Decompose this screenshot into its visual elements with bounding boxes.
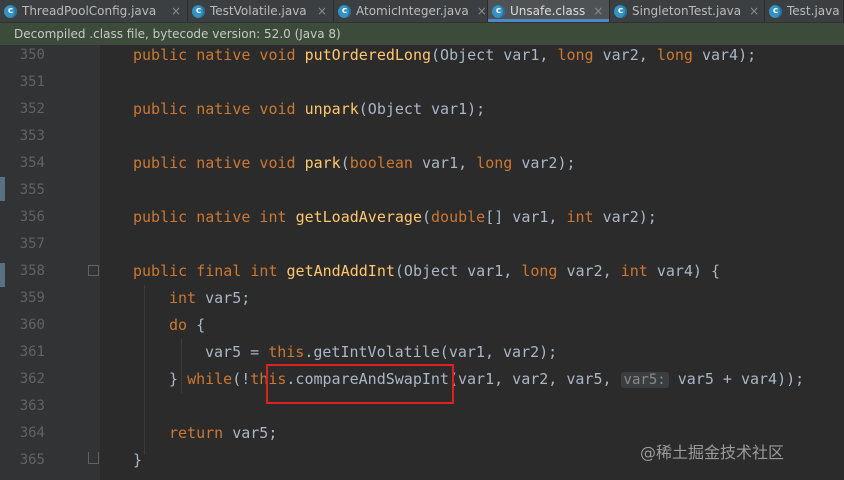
- fold-marker-icon[interactable]: [88, 265, 99, 276]
- line-number: 350: [19, 47, 45, 63]
- code-line-356: public native int getLoadAverage(double[…: [133, 208, 657, 226]
- parameter-hint: var5:: [620, 372, 669, 388]
- java-class-icon: c: [338, 4, 351, 18]
- code-line-350: public native void putOrderedLong(Object…: [133, 46, 757, 64]
- java-class-icon: c: [4, 4, 17, 18]
- tab-label: AtomicInteger.java: [356, 4, 469, 18]
- line-number: 353: [19, 128, 45, 144]
- close-icon[interactable]: ×: [171, 4, 181, 18]
- line-number: 362: [19, 371, 45, 387]
- tab-threadpoolconfig[interactable]: c ThreadPoolConfig.java ×: [0, 0, 188, 22]
- line-number: 361: [19, 344, 45, 360]
- tab-label: TestVolatile.java: [210, 4, 307, 18]
- decompiled-banner: Decompiled .class file, bytecode version…: [0, 23, 844, 45]
- tab-label: ThreadPoolConfig.java: [22, 4, 157, 18]
- code-editor[interactable]: public native void putOrderedLong(Object…: [100, 45, 844, 480]
- close-icon[interactable]: ×: [317, 4, 327, 18]
- tab-label: Unsafe.class: [510, 4, 586, 18]
- tab-unsafe-class[interactable]: c Unsafe.class ×: [488, 0, 610, 22]
- code-line-361: var5 = this.getIntVolatile(var1, var2);: [205, 343, 558, 361]
- code-line-358: public final int getAndAddInt(Object var…: [133, 262, 721, 280]
- line-number: 363: [19, 398, 45, 414]
- highlight-annotation-box: [266, 364, 454, 404]
- tab-label: SingletonTest.java: [632, 4, 742, 18]
- line-number: 358: [19, 263, 45, 279]
- code-line-352: public native void unpark(Object var1);: [133, 100, 486, 118]
- tool-window-marker[interactable]: [0, 263, 5, 287]
- tab-testvolatile[interactable]: c TestVolatile.java ×: [188, 0, 334, 22]
- line-number: 359: [19, 290, 45, 306]
- indent-guide: [144, 285, 145, 455]
- line-number: 357: [19, 236, 45, 252]
- close-icon[interactable]: ×: [477, 4, 487, 18]
- close-icon[interactable]: ×: [749, 4, 759, 18]
- line-number: 352: [19, 101, 45, 117]
- tool-window-marker[interactable]: [0, 177, 5, 201]
- watermark: @稀土掘金技术社区: [640, 443, 785, 462]
- close-icon[interactable]: ×: [593, 4, 603, 18]
- java-class-icon: c: [614, 4, 627, 18]
- line-number: 360: [19, 317, 45, 333]
- code-line-354: public native void park(boolean var1, lo…: [133, 154, 576, 172]
- line-number: 356: [19, 209, 45, 225]
- line-number: 354: [19, 155, 45, 171]
- line-number: 355: [19, 182, 45, 198]
- fold-end-marker-icon[interactable]: [88, 452, 99, 464]
- tab-label: Test.java: [787, 4, 840, 18]
- tab-test[interactable]: c Test.java: [765, 0, 844, 22]
- line-number-gutter: 350 351 352 353 354 355 356 357 358 359 …: [6, 45, 100, 480]
- line-number: 364: [19, 425, 45, 441]
- java-class-icon: c: [492, 4, 505, 18]
- line-number: 351: [19, 74, 45, 90]
- code-line-359: int var5;: [169, 289, 251, 307]
- tab-atomicinteger[interactable]: c AtomicInteger.java ×: [334, 0, 488, 22]
- java-class-icon: c: [192, 4, 205, 18]
- line-number: 365: [19, 452, 45, 468]
- decompiled-banner-text: Decompiled .class file, bytecode version…: [14, 27, 341, 41]
- tab-singletontest[interactable]: c SingletonTest.java ×: [610, 0, 765, 22]
- code-line-360: do {: [169, 316, 206, 334]
- java-class-icon: c: [769, 4, 782, 18]
- editor-tab-bar: c ThreadPoolConfig.java × c TestVolatile…: [0, 0, 844, 23]
